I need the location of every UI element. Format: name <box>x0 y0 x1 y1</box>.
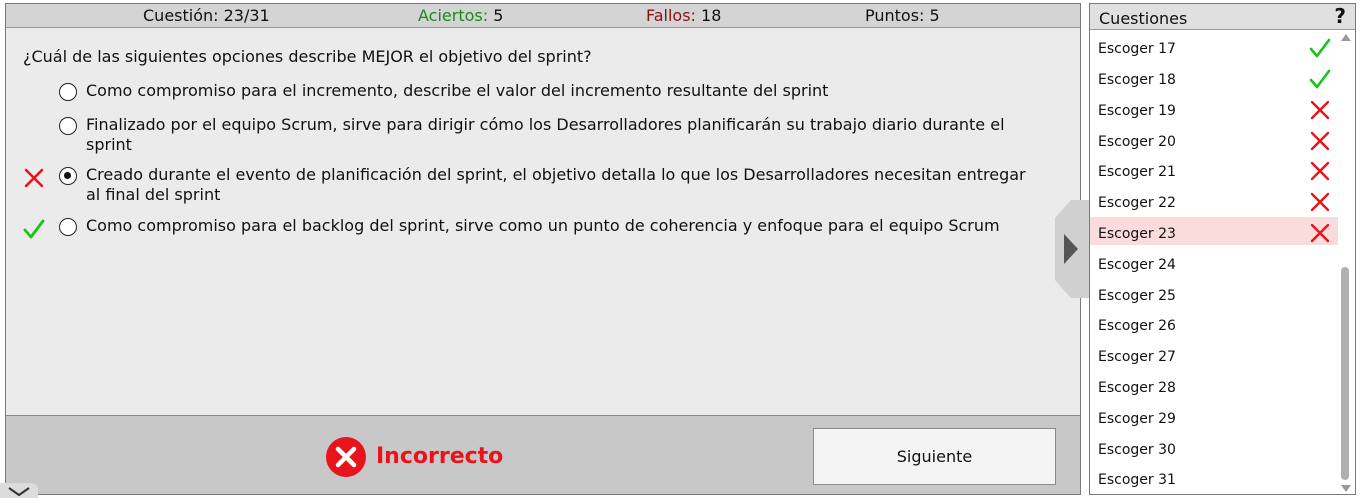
check-icon <box>1309 69 1331 89</box>
wrong-counter: Fallos: 18 <box>646 4 721 28</box>
question-item-19[interactable]: Escoger 19 <box>1090 94 1338 122</box>
question-item-20[interactable]: Escoger 20 <box>1090 125 1338 153</box>
question-item-29[interactable]: Escoger 29 <box>1090 402 1338 430</box>
question-item-label: Escoger 19 <box>1098 103 1176 119</box>
question-item-label: Escoger 26 <box>1098 318 1176 334</box>
cross-icon <box>1310 161 1330 181</box>
cross-icon <box>1310 131 1330 151</box>
question-item-22[interactable]: Escoger 22 <box>1090 186 1338 214</box>
points-counter-label: Puntos: <box>865 6 925 25</box>
question-item-label: Escoger 22 <box>1098 195 1176 211</box>
question-item-label: Escoger 29 <box>1098 411 1176 427</box>
question-item-17[interactable]: Escoger 17 <box>1090 32 1338 60</box>
correct-counter: Aciertos: 5 <box>418 4 503 28</box>
question-item-label: Escoger 17 <box>1098 41 1176 57</box>
question-item-31[interactable]: Escoger 31 <box>1090 463 1338 491</box>
cross-icon <box>1310 223 1330 243</box>
questions-panel-title: Cuestiones <box>1099 9 1188 28</box>
option-1-radio[interactable] <box>59 83 77 101</box>
question-item-21[interactable]: Escoger 21 <box>1090 155 1338 183</box>
question-item-30[interactable]: Escoger 30 <box>1090 433 1338 461</box>
question-item-label: Escoger 20 <box>1098 134 1176 150</box>
question-item-label: Escoger 23 <box>1098 226 1176 242</box>
question-item-label: Escoger 30 <box>1098 442 1176 458</box>
cross-icon <box>1310 192 1330 212</box>
question-item-label: Escoger 27 <box>1098 349 1176 365</box>
question-item-label: Escoger 28 <box>1098 380 1176 396</box>
option-1-text: Como compromiso para el incremento, desc… <box>86 81 829 100</box>
result-label: Incorrecto <box>376 444 504 469</box>
question-item-23[interactable]: Escoger 23 <box>1090 217 1338 245</box>
scroll-up-icon[interactable] <box>1341 34 1351 41</box>
check-icon <box>1309 38 1331 58</box>
question-item-label: Escoger 25 <box>1098 288 1176 304</box>
question-item-18[interactable]: Escoger 18 <box>1090 63 1338 91</box>
chevron-down-icon[interactable] <box>0 483 38 498</box>
question-item-label: Escoger 18 <box>1098 72 1176 88</box>
question-item-25[interactable]: Escoger 25 <box>1090 279 1338 307</box>
question-counter-value: 23/31 <box>223 6 270 25</box>
correct-counter-label: Aciertos: <box>418 6 489 25</box>
questions-list: Escoger 17 Escoger 18 Escoger 19 Escoger… <box>1090 32 1338 494</box>
questions-panel-header: Cuestiones ? <box>1090 4 1355 30</box>
question-counter: Cuestión: 23/31 <box>143 4 270 28</box>
question-counter-label: Cuestión: <box>143 6 219 25</box>
question-item-label: Escoger 31 <box>1098 472 1176 488</box>
wrong-counter-label: Fallos: <box>646 6 696 25</box>
panel-toggle-icon[interactable] <box>1055 200 1089 298</box>
question-text: ¿Cuál de las siguientes opciones describ… <box>23 47 592 66</box>
question-item-27[interactable]: Escoger 27 <box>1090 340 1338 368</box>
scroll-thumb[interactable] <box>1341 267 1349 480</box>
points-counter: Puntos: 5 <box>865 4 940 28</box>
option-3-radio[interactable] <box>59 167 77 185</box>
correct-counter-value: 5 <box>493 6 504 25</box>
points-counter-value: 5 <box>929 6 940 25</box>
question-item-24[interactable]: Escoger 24 <box>1090 248 1338 276</box>
cross-icon <box>24 168 44 188</box>
question-item-28[interactable]: Escoger 28 <box>1090 371 1338 399</box>
question-item-26[interactable]: Escoger 26 <box>1090 309 1338 337</box>
option-4-text: Como compromiso para el backlog del spri… <box>86 216 1000 235</box>
option-2-radio[interactable] <box>59 117 77 135</box>
question-item-label: Escoger 24 <box>1098 257 1176 273</box>
questions-panel: Cuestiones ? Escoger 17 Escoger 18 Escog… <box>1089 3 1356 495</box>
option-2-text: Finalizado por el equipo Scrum, sirve pa… <box>86 115 1005 154</box>
stats-bar: Cuestión: 23/31 Aciertos: 5 Fallos: 18 P… <box>6 4 1080 28</box>
option-3-text: Creado durante el evento de planificació… <box>86 165 1026 204</box>
option-4-radio[interactable] <box>59 218 77 236</box>
answer-footer: Incorrecto Siguiente <box>6 415 1080 494</box>
scroll-down-icon[interactable] <box>1341 485 1351 492</box>
quiz-panel: Cuestión: 23/31 Aciertos: 5 Fallos: 18 P… <box>5 3 1081 495</box>
cross-icon <box>1310 100 1330 120</box>
question-item-label: Escoger 21 <box>1098 164 1176 180</box>
questions-scrollbar[interactable] <box>1339 32 1353 494</box>
check-icon <box>23 219 45 239</box>
next-button[interactable]: Siguiente <box>813 428 1056 485</box>
error-circle-icon <box>326 437 366 477</box>
wrong-counter-value: 18 <box>701 6 722 25</box>
help-icon[interactable]: ? <box>1334 4 1346 28</box>
